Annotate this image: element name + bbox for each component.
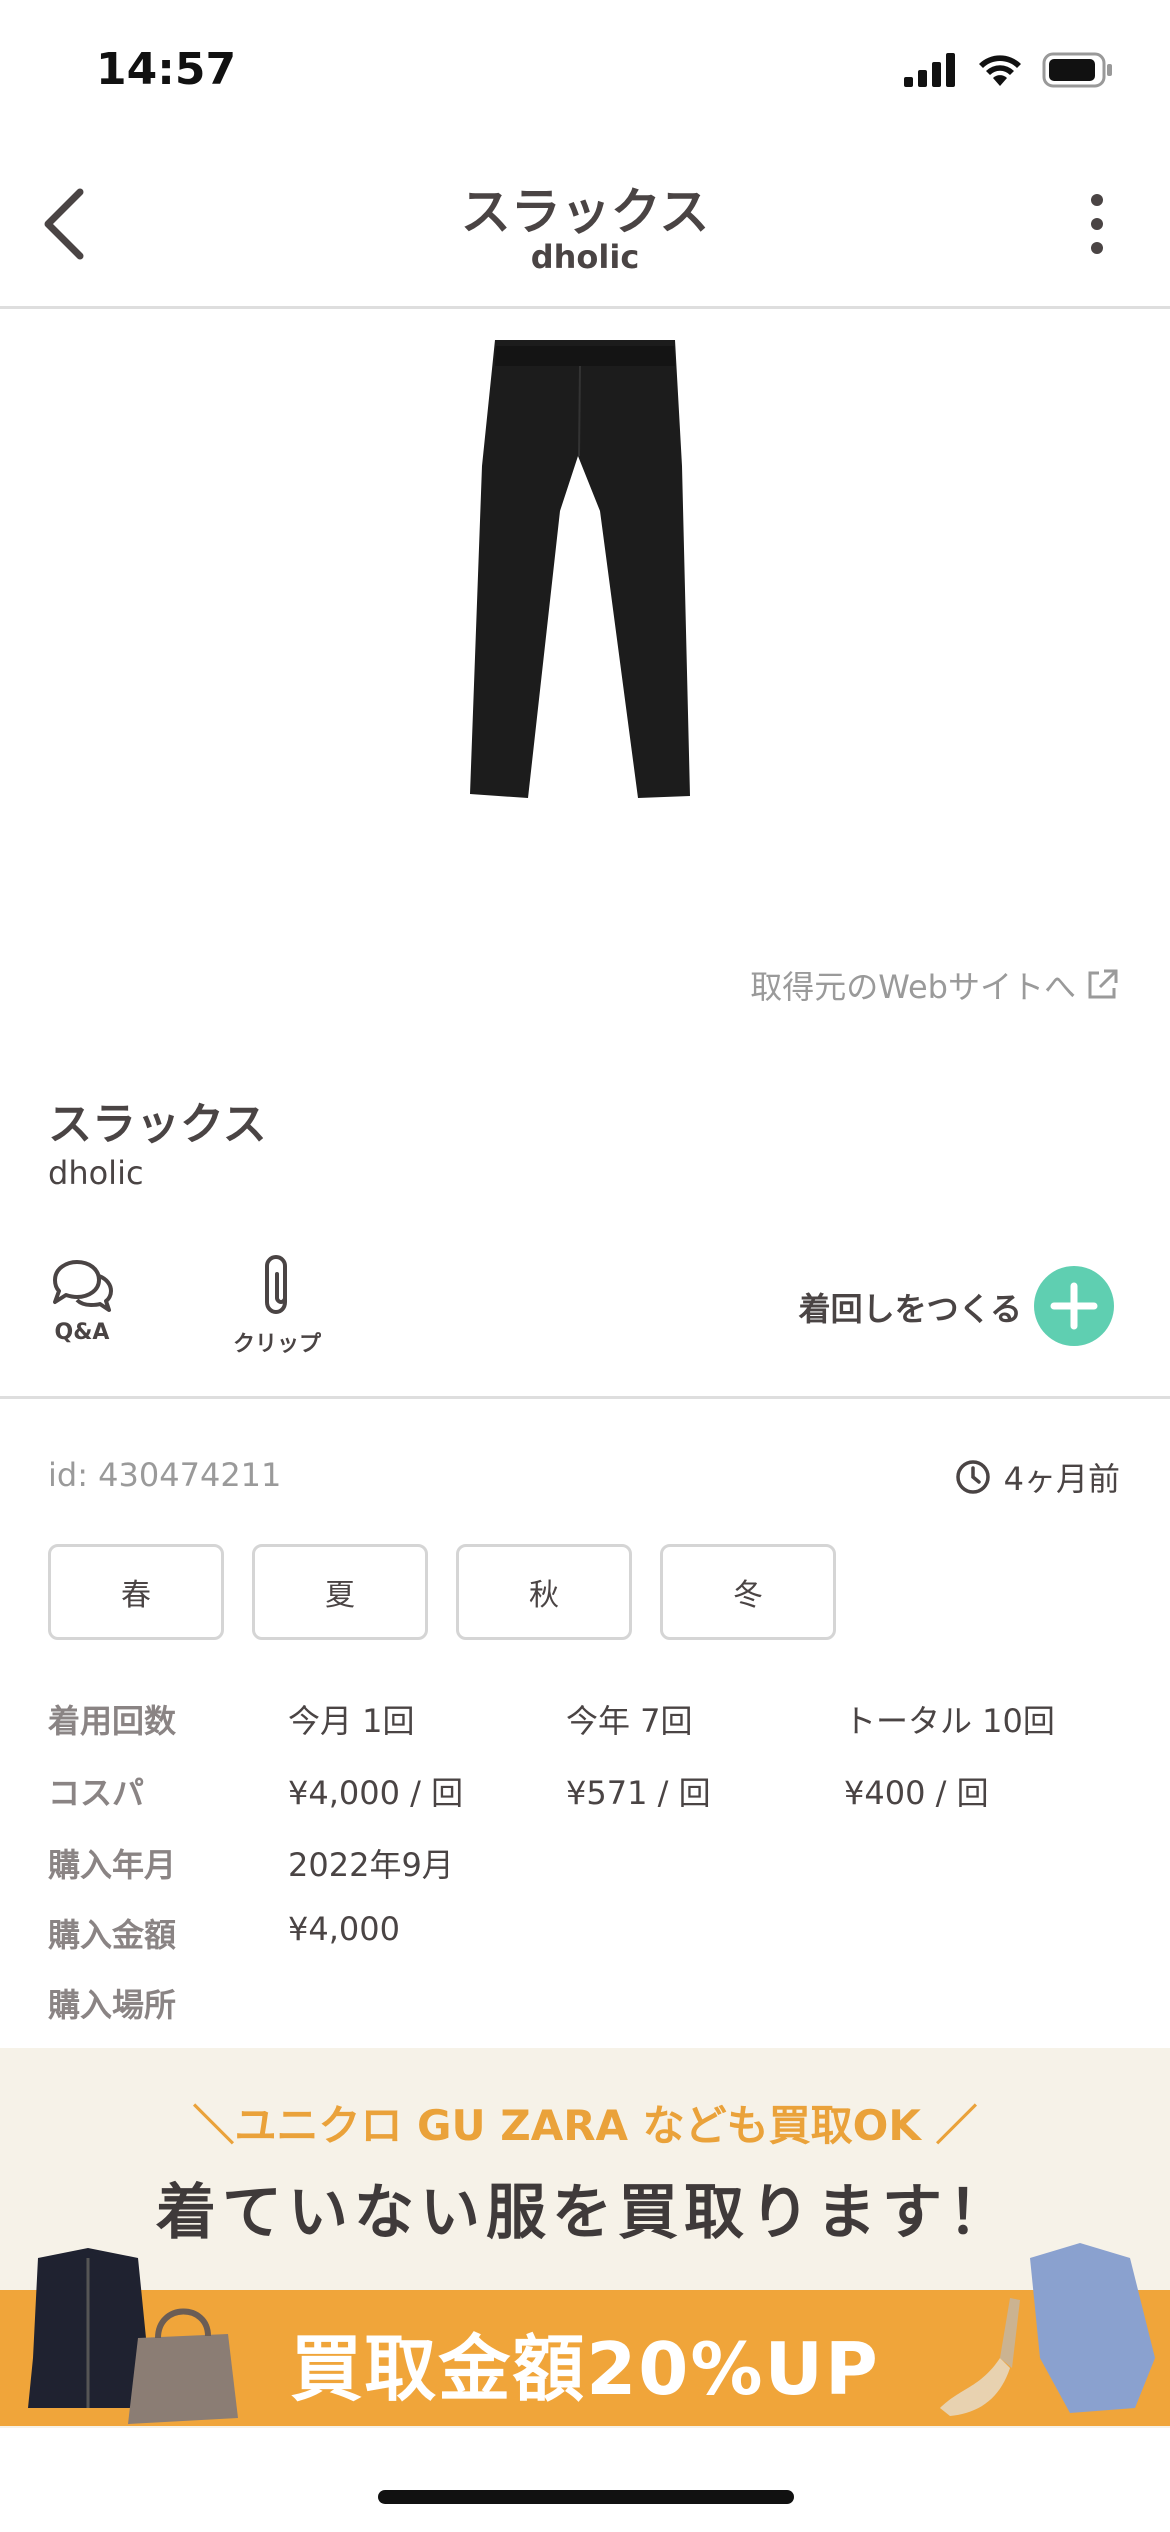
battery-icon <box>1042 52 1112 88</box>
product-image <box>470 340 690 798</box>
cospa-label: コスパ <box>48 1774 145 1812</box>
clock-icon <box>955 1460 990 1494</box>
season-chip-autumn[interactable]: 秋 <box>456 1544 632 1640</box>
chat-bubbles-icon <box>53 1260 113 1312</box>
wear-this-month: 今月 1回 <box>288 1702 415 1740</box>
season-chip-summer[interactable]: 夏 <box>252 1544 428 1640</box>
updated-time: 4ヶ月前 <box>954 1454 1120 1500</box>
purchase-price-label: 購入金額 <box>48 1916 177 1954</box>
more-menu-button[interactable] <box>1080 188 1114 260</box>
section-divider <box>0 1396 1170 1399</box>
qa-label: Q&A <box>54 1320 110 1345</box>
status-time: 14:57 <box>96 44 237 95</box>
buyback-banner[interactable]: ＼ユニクロ GU ZARA なども買取OK ／ 着ていない服を買取ります！ 買取… <box>0 2048 1170 2428</box>
purchase-date-label: 購入年月 <box>48 1846 177 1884</box>
page-subtitle: dholic <box>530 238 640 276</box>
more-vertical-icon <box>1091 194 1103 254</box>
item-id: id: 430474211 <box>48 1456 282 1494</box>
banner-cta-text: 買取金額20%UP <box>290 2327 880 2411</box>
updated-text: 4ヶ月前 <box>1003 1460 1120 1498</box>
season-chip-winter[interactable]: 冬 <box>660 1544 836 1640</box>
wear-this-year: 今年 7回 <box>566 1702 693 1740</box>
header-divider <box>0 306 1170 309</box>
paperclip-icon <box>265 1254 287 1315</box>
item-brand: dholic <box>48 1154 144 1192</box>
cospa-year: ¥571 / 回 <box>566 1774 711 1812</box>
cospa-total: ¥400 / 回 <box>844 1774 989 1812</box>
source-website-label: 取得元のWebサイトへ <box>750 968 1076 1006</box>
clip-label: クリップ <box>232 1332 321 1357</box>
qa-button[interactable]: Q&A <box>46 1258 118 1345</box>
home-indicator[interactable] <box>378 2490 794 2504</box>
purchase-date: 2022年9月 <box>288 1846 454 1884</box>
cospa-month: ¥4,000 / 回 <box>288 1774 464 1812</box>
wear-count-label: 着用回数 <box>48 1702 177 1740</box>
plus-icon <box>1050 1282 1098 1330</box>
item-name: スラックス <box>48 1099 267 1150</box>
signal-icon <box>904 53 955 87</box>
wifi-icon <box>979 55 1021 86</box>
wear-total: トータル 10回 <box>844 1702 1055 1740</box>
page-title: スラックス <box>460 183 710 241</box>
external-link-icon <box>1088 969 1118 999</box>
create-coordinate-button[interactable] <box>1034 1266 1114 1346</box>
create-coordinate-label[interactable]: 着回しをつくる <box>799 1284 1022 1330</box>
clip-button[interactable]: クリップ <box>222 1252 332 1358</box>
status-icons <box>904 52 1114 88</box>
banner-top-text: ＼ユニクロ GU ZARA なども買取OK ／ <box>192 2101 978 2150</box>
purchase-place-label: 購入場所 <box>48 1986 177 2024</box>
season-chip-spring[interactable]: 春 <box>48 1544 224 1640</box>
purchase-price: ¥4,000 <box>288 1910 400 1948</box>
source-website-link[interactable]: 取得元のWebサイトへ <box>750 962 1120 1008</box>
